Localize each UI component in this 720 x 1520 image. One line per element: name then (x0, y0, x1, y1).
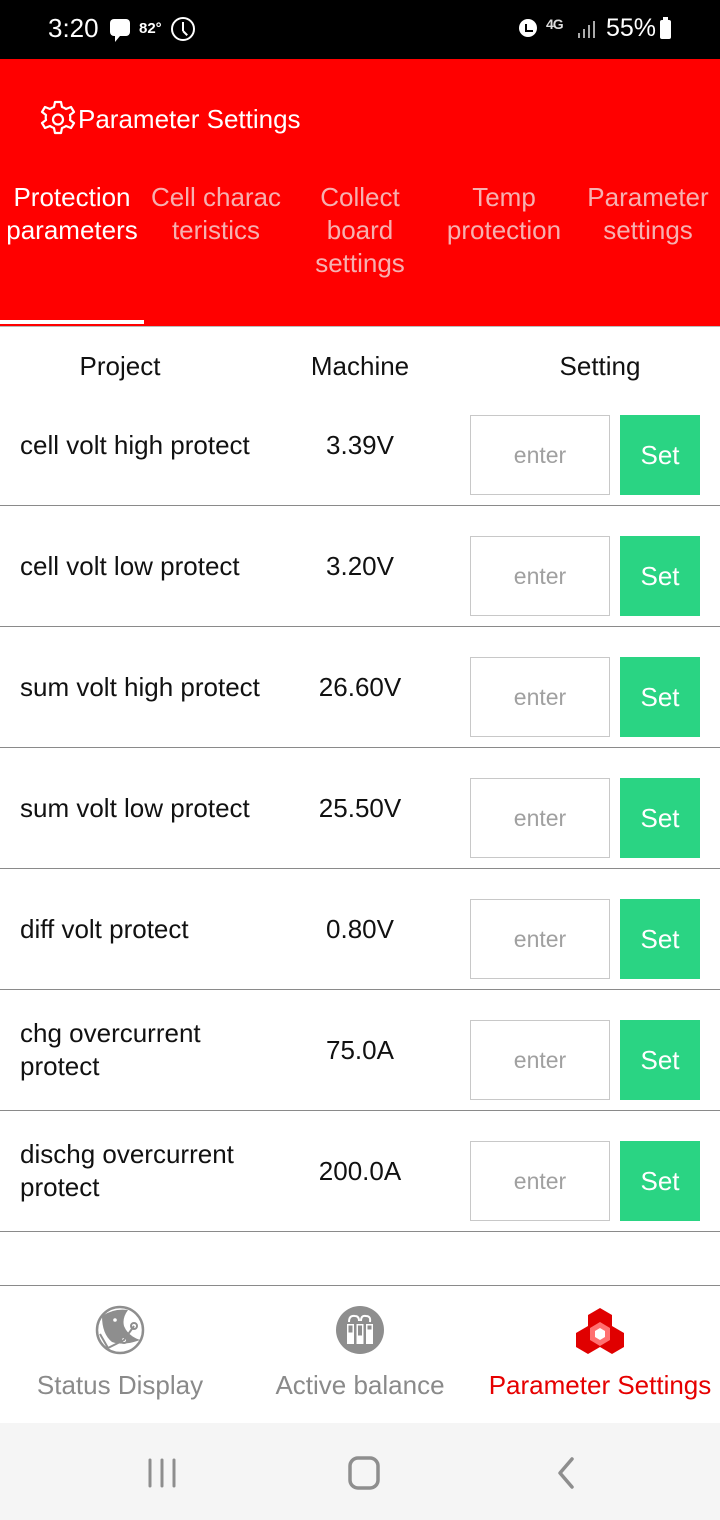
row-machine-value: 26.60V (318, 671, 402, 702)
table-row: sum volt low protect 25.50V Set (0, 748, 720, 869)
recent-apps-icon[interactable] (143, 1453, 183, 1493)
setting-input[interactable] (470, 657, 610, 737)
battery-percent: 55% (606, 14, 657, 42)
back-icon[interactable] (546, 1453, 586, 1493)
nav-label: Parameter Settings (488, 1370, 712, 1400)
set-button[interactable]: Set (620, 536, 700, 616)
column-header-setting: Setting (559, 351, 641, 381)
bottom-nav: Status Display Active balance Parameter … (0, 1286, 720, 1423)
setting-input[interactable] (470, 1020, 610, 1100)
column-header-project: Project (79, 351, 161, 381)
tab-parameter-settings[interactable]: Parameter settings (576, 181, 720, 326)
table-row: diff volt protect 0.80V Set (0, 869, 720, 990)
message-icon (110, 19, 130, 42)
home-icon[interactable] (344, 1453, 384, 1493)
cubes-icon (576, 1308, 624, 1354)
row-machine-value: 200.0A (318, 1155, 402, 1186)
row-project: chg overcurrent protect (20, 1018, 201, 1081)
set-button[interactable]: Set (620, 415, 700, 495)
setting-input[interactable] (470, 1141, 610, 1221)
network-type: 4G (546, 16, 564, 32)
set-button[interactable]: Set (620, 657, 700, 737)
gear-icon (40, 100, 76, 135)
nav-label: Active balance (275, 1370, 445, 1400)
tab-temp-protection[interactable]: Temp protection (432, 181, 576, 326)
nav-active-balance[interactable]: Active balance (240, 1286, 480, 1423)
table-row: chg overcurrent protect 75.0A Set (0, 990, 720, 1111)
row-machine-value: 3.20V (326, 550, 394, 581)
tab-bar: Protection parameters Cell charac terist… (0, 181, 720, 326)
clock-icon (171, 17, 195, 41)
battery-balance-icon (336, 1306, 384, 1354)
tab-protection-parameters[interactable]: Protection parameters (0, 181, 144, 326)
nav-status-display[interactable]: Status Display (0, 1286, 240, 1423)
alarm-icon (519, 19, 537, 37)
app-header: Parameter Settings Protection parameters… (0, 59, 720, 327)
table-row: cell volt high protect 3.39V Set (0, 385, 720, 506)
parameter-table: cell volt high protect 3.39V Set cell vo… (0, 385, 720, 1232)
active-tab-indicator (0, 320, 144, 324)
row-machine-value: 3.39V (326, 429, 394, 460)
header-title-row: Parameter Settings (38, 99, 301, 139)
set-button[interactable]: Set (620, 1141, 700, 1221)
system-navigation-bar (0, 1423, 720, 1520)
setting-input[interactable] (470, 415, 610, 495)
page-title: Parameter Settings (78, 103, 301, 134)
nav-label: Status Display (36, 1370, 204, 1400)
row-machine-value: 75.0A (326, 1034, 394, 1065)
row-project: dischg overcurrent protect (20, 1139, 234, 1202)
set-button[interactable]: Set (620, 778, 700, 858)
table-row: sum volt high protect 26.60V Set (0, 627, 720, 748)
globe-icon (95, 1305, 145, 1355)
row-machine-value: 0.80V (326, 913, 394, 944)
setting-input[interactable] (470, 778, 610, 858)
battery-icon (660, 17, 671, 39)
tab-collect-board-settings[interactable]: Collect board settings (288, 181, 432, 326)
status-bar: 3:20 82° 4G 55% (0, 0, 720, 59)
set-button[interactable]: Set (620, 1020, 700, 1100)
nav-parameter-settings[interactable]: Parameter Settings (480, 1286, 720, 1423)
setting-input[interactable] (470, 536, 610, 616)
status-time: 3:20 (48, 13, 99, 43)
signal-icon (578, 20, 598, 38)
table-row: cell volt low protect 3.20V Set (0, 506, 720, 627)
status-temperature: 82° (139, 20, 162, 37)
table-row: dischg overcurrent protect 200.0A Set (0, 1111, 720, 1232)
column-header-machine: Machine (310, 351, 410, 381)
setting-input[interactable] (470, 899, 610, 979)
tab-cell-characteristics[interactable]: Cell charac teristics (144, 181, 288, 326)
row-machine-value: 25.50V (318, 792, 402, 823)
set-button[interactable]: Set (620, 899, 700, 979)
